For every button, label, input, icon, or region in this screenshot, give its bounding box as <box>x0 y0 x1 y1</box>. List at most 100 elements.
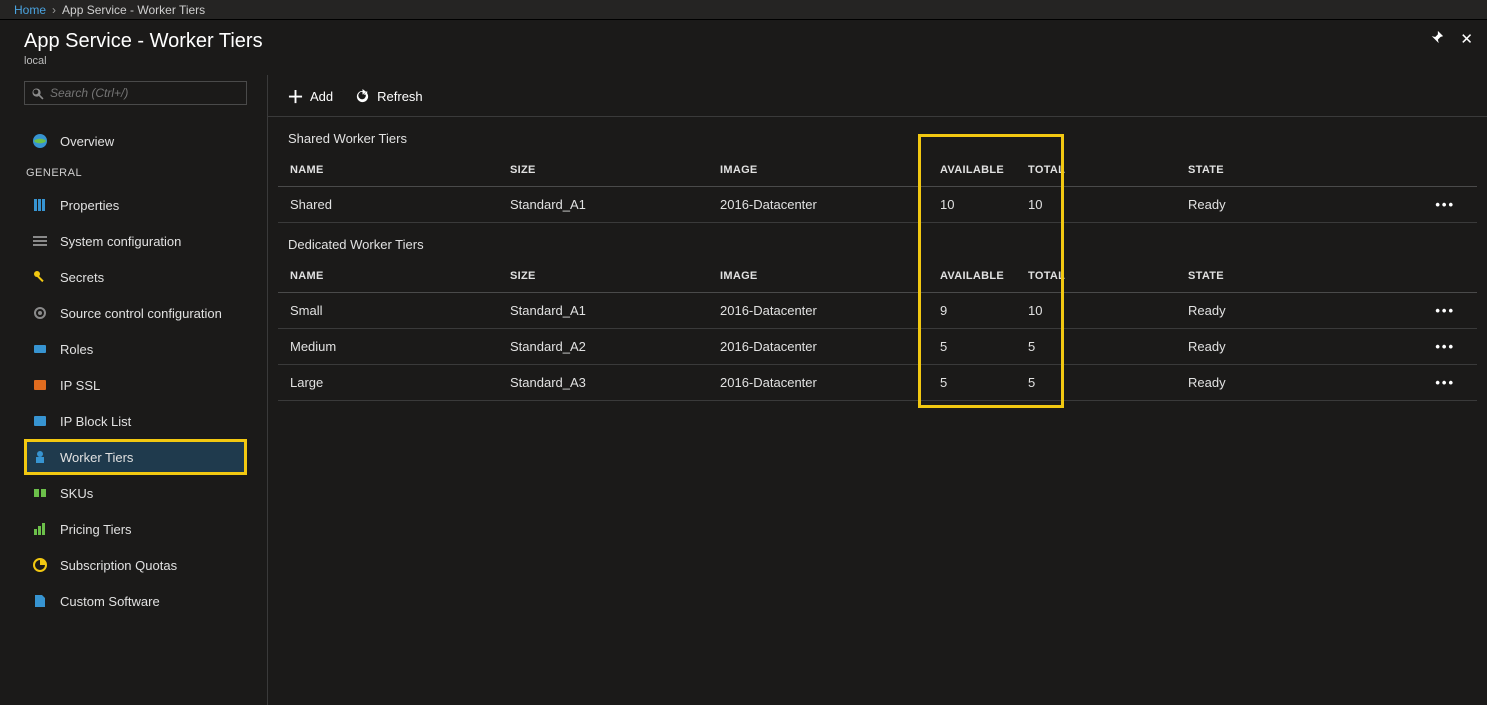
sidebar: Overview GENERAL Properties System confi… <box>0 75 268 705</box>
refresh-icon <box>355 89 370 104</box>
table-header-row: NAME SIZE IMAGE AVAILABLE TOTAL STATE <box>278 260 1477 293</box>
cell-image: 2016-Datacenter <box>708 329 928 365</box>
col-total[interactable]: TOTAL <box>1016 154 1176 187</box>
cell-name: Shared <box>278 187 498 223</box>
sidebar-item-skus[interactable]: SKUs <box>24 475 247 511</box>
add-label: Add <box>310 89 333 104</box>
breadcrumb: Home › App Service - Worker Tiers <box>0 0 1487 20</box>
toolbar: Add Refresh <box>268 75 1487 117</box>
cell-size: Standard_A2 <box>498 329 708 365</box>
cell-size: Standard_A1 <box>498 187 708 223</box>
col-size[interactable]: SIZE <box>498 260 708 293</box>
cell-image: 2016-Datacenter <box>708 293 928 329</box>
sidebar-item-ip-block-list[interactable]: IP Block List <box>24 403 247 439</box>
sidebar-item-properties[interactable]: Properties <box>24 187 247 223</box>
sidebar-item-label: Pricing Tiers <box>60 522 132 537</box>
sidebar-item-label: IP SSL <box>60 378 100 393</box>
properties-icon <box>32 197 48 213</box>
col-image[interactable]: IMAGE <box>708 260 928 293</box>
col-available[interactable]: AVAILABLE <box>928 154 1016 187</box>
sidebar-item-label: Overview <box>60 134 114 149</box>
sidebar-item-overview[interactable]: Overview <box>24 123 247 159</box>
sidebar-item-pricing-tiers[interactable]: Pricing Tiers <box>24 511 247 547</box>
table-row[interactable]: LargeStandard_A32016-Datacenter55Ready••… <box>278 365 1477 401</box>
dedicated-table: NAME SIZE IMAGE AVAILABLE TOTAL STATE Sm… <box>278 260 1477 401</box>
block-list-icon <box>32 413 48 429</box>
table-row[interactable]: SmallStandard_A12016-Datacenter910Ready•… <box>278 293 1477 329</box>
page-title: App Service - Worker Tiers <box>24 30 263 53</box>
col-name[interactable]: NAME <box>278 154 498 187</box>
cell-image: 2016-Datacenter <box>708 365 928 401</box>
cell-available: 5 <box>928 365 1016 401</box>
shared-table: NAME SIZE IMAGE AVAILABLE TOTAL STATE Sh… <box>278 154 1477 223</box>
row-more-button[interactable]: ••• <box>1346 293 1477 329</box>
cell-state: Ready <box>1176 365 1346 401</box>
table-header-row: NAME SIZE IMAGE AVAILABLE TOTAL STATE <box>278 154 1477 187</box>
cell-name: Small <box>278 293 498 329</box>
sidebar-item-custom-software[interactable]: Custom Software <box>24 583 247 619</box>
row-more-button[interactable]: ••• <box>1346 329 1477 365</box>
sidebar-item-label: Custom Software <box>60 594 160 609</box>
search-icon <box>31 87 44 100</box>
quota-icon <box>32 557 48 573</box>
search-input[interactable] <box>24 81 247 105</box>
sidebar-item-label: Subscription Quotas <box>60 558 177 573</box>
page-header: App Service - Worker Tiers local ✕ <box>0 20 1487 75</box>
row-more-button[interactable]: ••• <box>1346 365 1477 401</box>
sidebar-item-label: IP Block List <box>60 414 131 429</box>
add-button[interactable]: Add <box>288 89 333 104</box>
ssl-icon <box>32 377 48 393</box>
col-name[interactable]: NAME <box>278 260 498 293</box>
row-more-button[interactable]: ••• <box>1346 187 1477 223</box>
refresh-button[interactable]: Refresh <box>355 89 423 104</box>
shared-section-title: Shared Worker Tiers <box>268 117 1487 154</box>
roles-icon <box>32 341 48 357</box>
table-row[interactable]: MediumStandard_A22016-Datacenter55Ready•… <box>278 329 1477 365</box>
sidebar-item-label: Source control configuration <box>60 306 222 321</box>
col-available[interactable]: AVAILABLE <box>928 260 1016 293</box>
sidebar-item-roles[interactable]: Roles <box>24 331 247 367</box>
globe-icon <box>32 133 48 149</box>
table-row[interactable]: SharedStandard_A12016-Datacenter1010Read… <box>278 187 1477 223</box>
cell-size: Standard_A3 <box>498 365 708 401</box>
col-size[interactable]: SIZE <box>498 154 708 187</box>
cell-image: 2016-Datacenter <box>708 187 928 223</box>
pricing-icon <box>32 521 48 537</box>
col-state[interactable]: STATE <box>1176 154 1346 187</box>
chevron-right-icon: › <box>52 3 56 17</box>
col-total[interactable]: TOTAL <box>1016 260 1176 293</box>
sidebar-item-system-configuration[interactable]: System configuration <box>24 223 247 259</box>
breadcrumb-home[interactable]: Home <box>14 3 46 17</box>
cell-state: Ready <box>1176 293 1346 329</box>
dedicated-section-title: Dedicated Worker Tiers <box>268 223 1487 260</box>
key-icon <box>32 269 48 285</box>
sidebar-item-ip-ssl[interactable]: IP SSL <box>24 367 247 403</box>
col-state[interactable]: STATE <box>1176 260 1346 293</box>
cell-state: Ready <box>1176 329 1346 365</box>
cell-total: 5 <box>1016 365 1176 401</box>
close-icon[interactable]: ✕ <box>1460 30 1473 48</box>
cell-total: 5 <box>1016 329 1176 365</box>
breadcrumb-current: App Service - Worker Tiers <box>62 3 205 17</box>
sidebar-item-secrets[interactable]: Secrets <box>24 259 247 295</box>
cell-size: Standard_A1 <box>498 293 708 329</box>
search-field[interactable] <box>50 86 240 100</box>
software-icon <box>32 593 48 609</box>
refresh-label: Refresh <box>377 89 423 104</box>
plus-icon <box>288 89 303 104</box>
col-image[interactable]: IMAGE <box>708 154 928 187</box>
sidebar-item-worker-tiers[interactable]: Worker Tiers <box>24 439 247 475</box>
worker-icon <box>32 449 48 465</box>
main-content: Add Refresh Shared Worker Tiers NAME SIZ… <box>268 75 1487 705</box>
sidebar-item-subscription-quotas[interactable]: Subscription Quotas <box>24 547 247 583</box>
cell-state: Ready <box>1176 187 1346 223</box>
cell-total: 10 <box>1016 187 1176 223</box>
cell-name: Large <box>278 365 498 401</box>
sidebar-item-label: Properties <box>60 198 119 213</box>
cell-total: 10 <box>1016 293 1176 329</box>
sidebar-item-label: System configuration <box>60 234 181 249</box>
sidebar-item-source-control[interactable]: Source control configuration <box>24 295 247 331</box>
sidebar-item-label: Worker Tiers <box>60 450 133 465</box>
gear-icon <box>32 305 48 321</box>
pin-icon[interactable] <box>1430 30 1444 48</box>
